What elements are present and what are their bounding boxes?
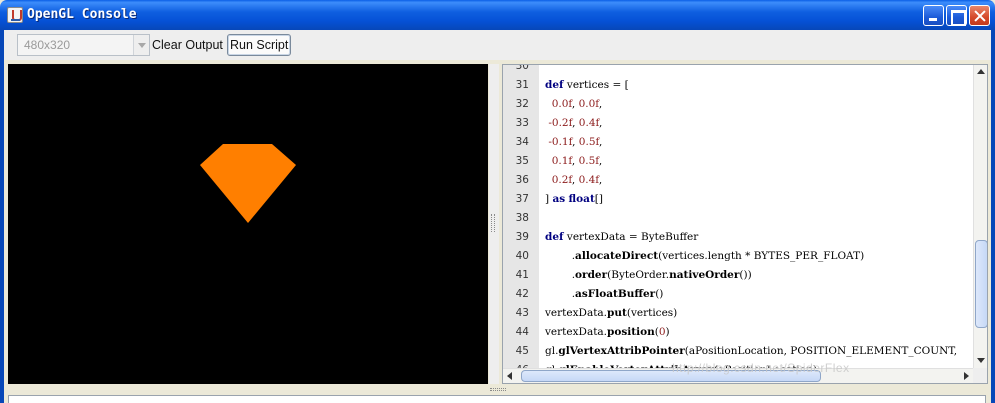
title-bar[interactable]: OpenGL Console (0, 0, 995, 30)
code-line[interactable]: 36 0.2f, 0.4f, (503, 171, 973, 190)
scroll-down-arrow-icon[interactable] (974, 353, 987, 368)
watermark-text: http://blog.csdn.net/SpiderFlex (672, 361, 850, 375)
code-line[interactable]: 43 vertexData.put(vertices) (503, 304, 973, 323)
line-number: 40 (515, 250, 529, 262)
code-text[interactable]: 0.0f, 0.0f, (545, 95, 602, 114)
close-button[interactable] (969, 5, 990, 26)
maximize-button[interactable] (946, 5, 967, 26)
code-text[interactable]: .allocateDirect(vertices.length * BYTES_… (545, 247, 864, 266)
line-number: 33 (515, 117, 529, 129)
vertical-scrollbar[interactable] (973, 65, 987, 368)
code-line[interactable]: 33 -0.2f, 0.4f, (503, 114, 973, 133)
scroll-right-arrow-icon[interactable] (958, 369, 973, 383)
line-number: 34 (515, 136, 529, 148)
split-pane-divider[interactable] (489, 64, 499, 384)
opengl-viewport[interactable] (8, 64, 488, 384)
line-number: 36 (515, 174, 529, 186)
code-line[interactable]: 42 .asFloatBuffer() (503, 285, 973, 304)
run-script-button[interactable]: Run Script (227, 34, 292, 56)
chevron-down-icon[interactable] (133, 35, 149, 55)
code-line[interactable]: 41 .order(ByteOrder.nativeOrder()) (503, 266, 973, 285)
window-title: OpenGL Console (27, 7, 137, 22)
scroll-left-arrow-icon[interactable] (503, 369, 518, 383)
scrollbar-corner (973, 368, 987, 383)
code-text[interactable]: -0.2f, 0.4f, (545, 114, 602, 133)
line-number: 30 (515, 64, 529, 72)
code-text[interactable]: .asFloatBuffer() (545, 285, 664, 304)
line-number: 44 (515, 326, 529, 338)
code-line[interactable]: 37 ] as float[] (503, 190, 973, 209)
code-text[interactable]: def vertices = [ (545, 76, 629, 95)
code-line[interactable]: 39 def vertexData = ByteBuffer (503, 228, 973, 247)
code-line[interactable]: 30 (503, 64, 973, 76)
line-number: 35 (515, 155, 529, 167)
clear-output-button[interactable]: Clear Output (149, 34, 226, 56)
java-app-icon[interactable] (7, 7, 23, 23)
line-number: 42 (515, 288, 529, 300)
resolution-select-value: 480x320 (24, 38, 71, 52)
code-text[interactable]: def vertexData = ByteBuffer (545, 228, 698, 247)
code-line[interactable]: 44 vertexData.position(0) (503, 323, 973, 342)
code-line[interactable]: 45 gl.glVertexAttribPointer(aPositionLoca… (503, 342, 973, 361)
code-line[interactable]: 38 (503, 209, 973, 228)
line-number: 41 (515, 269, 529, 281)
bottom-split-grip[interactable] (490, 388, 506, 391)
code-text[interactable]: 0.2f, 0.4f, (545, 171, 602, 190)
scroll-up-arrow-icon[interactable] (974, 65, 987, 80)
vertical-scroll-thumb[interactable] (975, 240, 987, 328)
line-number: 31 (515, 79, 529, 91)
line-number: 38 (515, 212, 529, 224)
divider-grip[interactable] (491, 214, 495, 232)
code-line[interactable]: 32 0.0f, 0.0f, (503, 95, 973, 114)
code-line[interactable]: 35 0.1f, 0.5f, (503, 152, 973, 171)
line-number: 43 (515, 307, 529, 319)
line-number: 32 (515, 98, 529, 110)
code-line[interactable]: 34 -0.1f, 0.5f, (503, 133, 973, 152)
code-line[interactable]: 40 .allocateDirect(vertices.length * BYT… (503, 247, 973, 266)
code-text[interactable]: -0.1f, 0.5f, (545, 133, 602, 152)
window-frame-left (0, 30, 4, 403)
code-text[interactable]: 0.1f, 0.5f, (545, 152, 602, 171)
line-number: 37 (515, 193, 529, 205)
line-number: 39 (515, 231, 529, 243)
render-canvas (200, 144, 296, 223)
resolution-select[interactable]: 480x320 (17, 34, 150, 56)
toolbar: 480x320 Clear Output Run Script (4, 30, 991, 60)
code-text[interactable]: ] as float[] (545, 190, 603, 209)
script-editor[interactable]: 30 31 def vertices = [32 0.0f, 0.0f, 33 -0.… (502, 64, 988, 384)
minimize-button[interactable] (923, 5, 944, 26)
code-line[interactable]: 31 def vertices = [ (503, 76, 973, 95)
output-panel[interactable] (8, 395, 986, 403)
code-text[interactable]: .order(ByteOrder.nativeOrder()) (545, 266, 752, 285)
code-text[interactable]: vertexData.position(0) (545, 323, 670, 342)
line-number: 45 (515, 345, 529, 357)
code-text[interactable]: gl.glVertexAttribPointer(aPositionLocati… (545, 342, 957, 361)
code-text[interactable]: vertexData.put(vertices) (545, 304, 677, 323)
rendered-orange-shape (200, 144, 296, 223)
window-frame-right (991, 30, 995, 403)
